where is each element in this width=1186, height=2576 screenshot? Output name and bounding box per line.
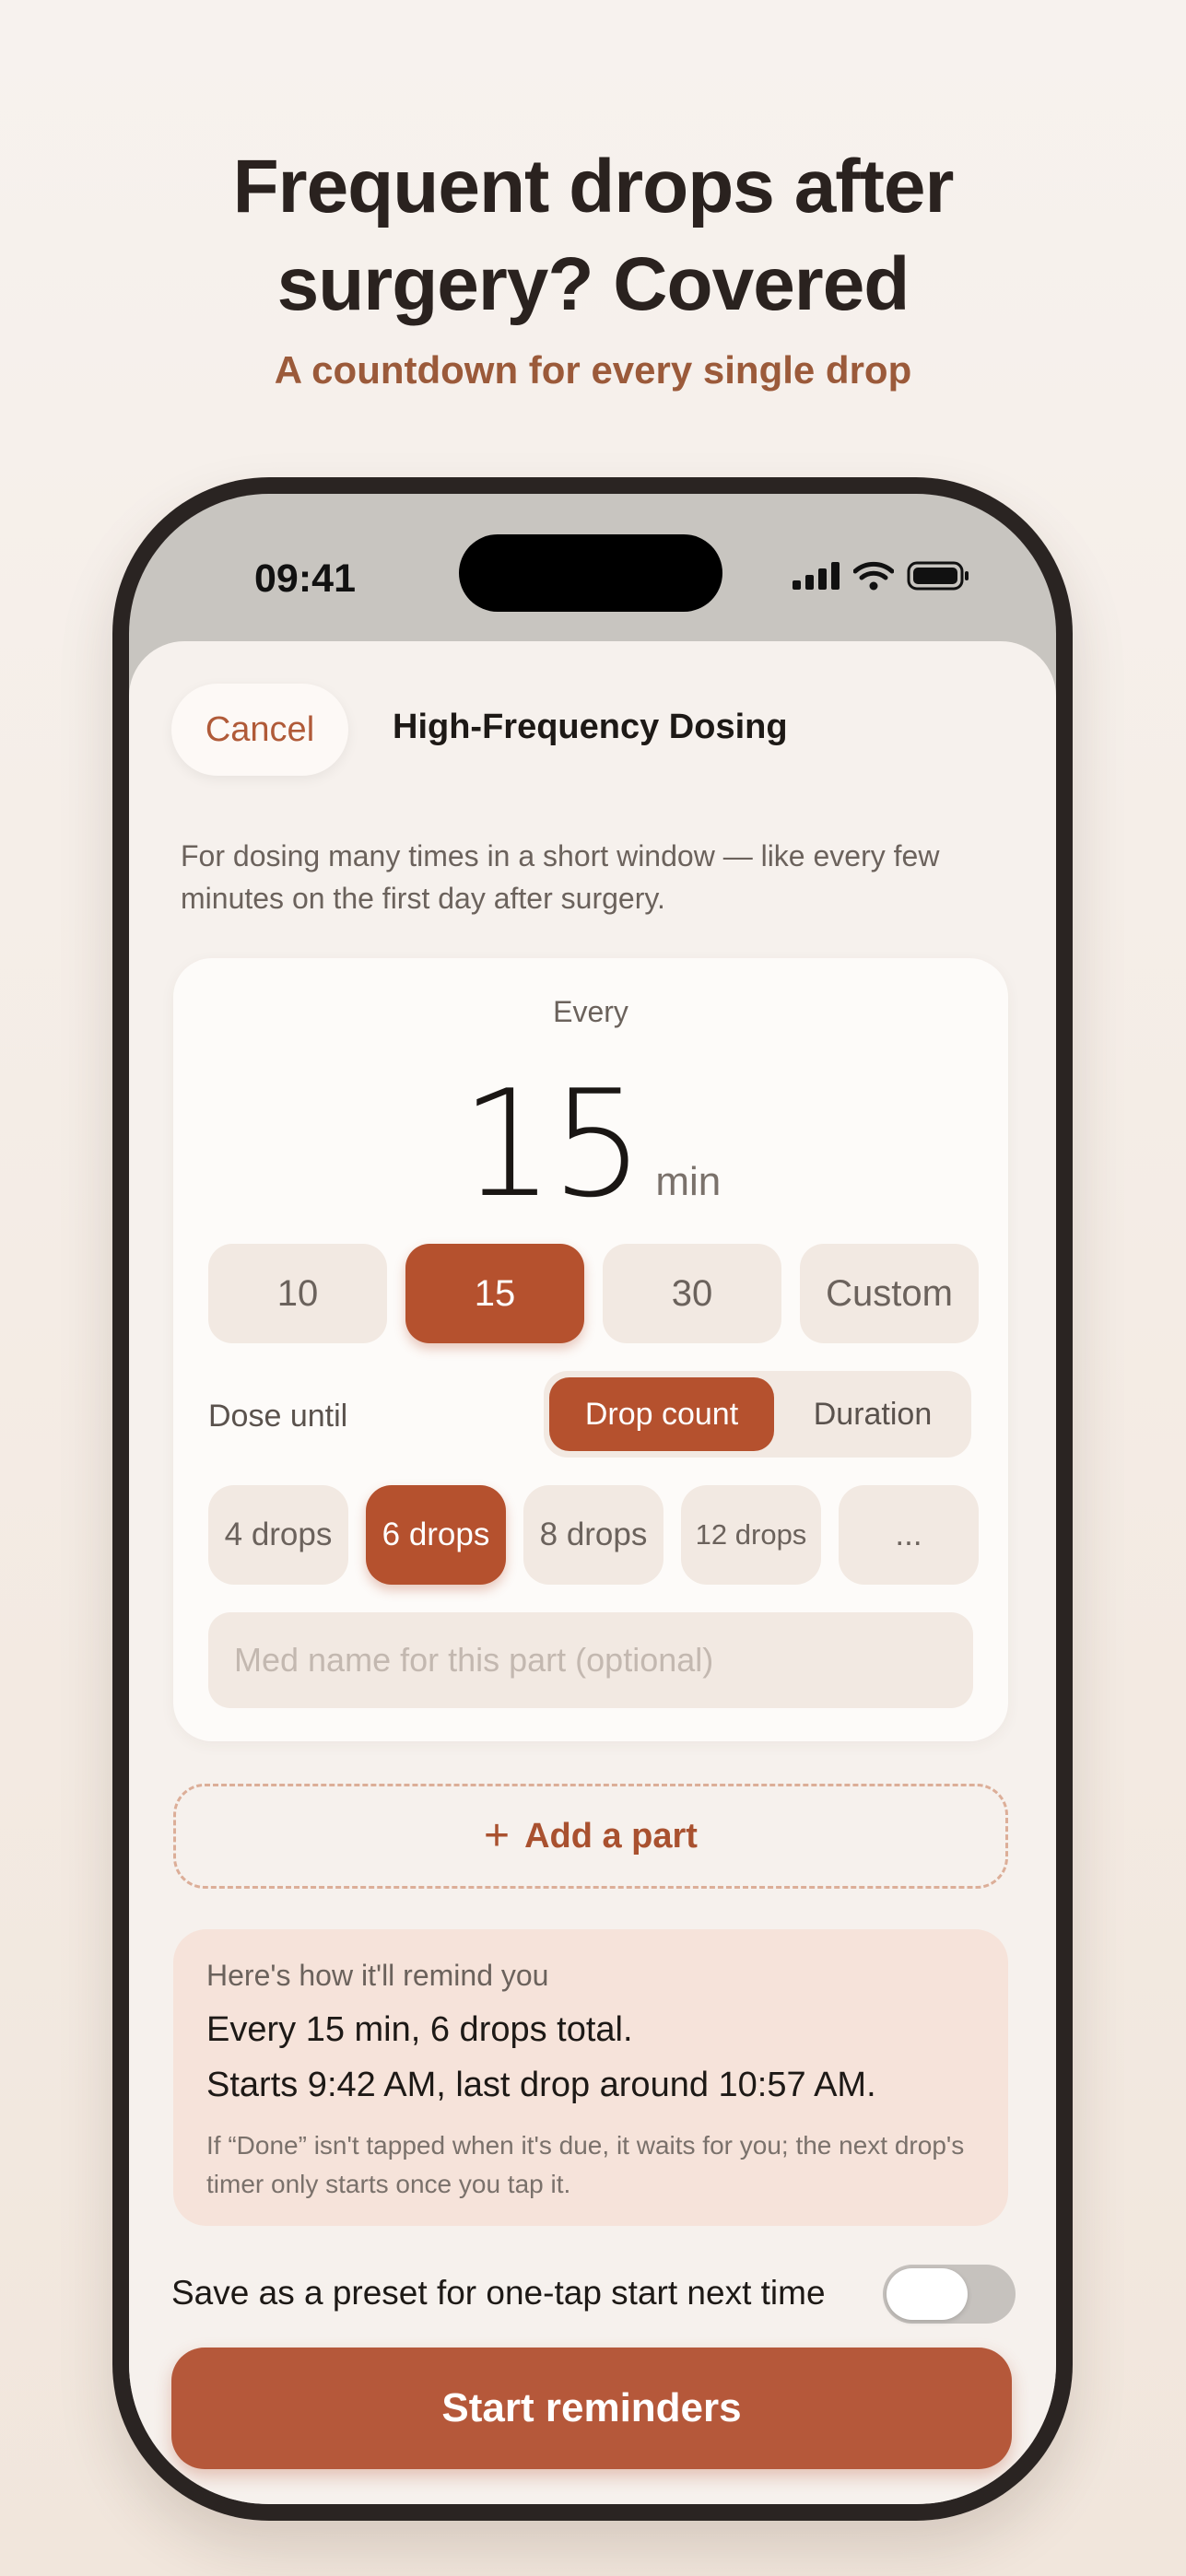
headline-line-2: surgery? Covered <box>276 242 910 326</box>
interval-options: 10 15 30 Custom <box>208 1244 979 1343</box>
summary-line-2: Starts 9:42 AM, last drop around 10:57 A… <box>206 2066 876 2104</box>
drop-option-8[interactable]: 8 drops <box>523 1485 663 1585</box>
summary-note: If “Done” isn't tapped when it's due, it… <box>206 2131 965 2198</box>
status-icons <box>793 560 971 591</box>
add-part-button[interactable]: + Add a part <box>173 1784 1008 1889</box>
headline: Frequent drops after surgery? Covered <box>0 138 1186 334</box>
drop-option-6[interactable]: 6 drops <box>366 1485 506 1585</box>
summary-line-1: Every 15 min, 6 drops total. <box>206 2010 633 2049</box>
mode-drop-count[interactable]: Drop count <box>549 1377 774 1451</box>
plus-icon: + <box>484 1811 511 1860</box>
preset-label: Save as a preset for one-tap start next … <box>171 2274 826 2312</box>
interval-unit: min <box>655 1159 722 1204</box>
battery-icon <box>907 561 969 591</box>
interval-option-30[interactable]: 30 <box>603 1244 781 1343</box>
interval-display: 15 min <box>173 1058 1008 1230</box>
med-name-input[interactable] <box>208 1612 973 1708</box>
interval-option-15[interactable]: 15 <box>405 1244 584 1343</box>
start-reminders-button[interactable]: Start reminders <box>171 2348 1012 2469</box>
cancel-button[interactable]: Cancel <box>171 684 348 776</box>
wifi-icon <box>853 561 894 591</box>
dose-until-segmented-control: Drop count Duration <box>544 1371 971 1458</box>
every-label: Every <box>553 995 628 1028</box>
sheet-description: For dosing many times in a short window … <box>181 839 940 915</box>
sheet-title: High-Frequency Dosing <box>393 708 788 746</box>
interval-option-10[interactable]: 10 <box>208 1244 387 1343</box>
interval-value: 15 <box>460 1058 645 1230</box>
drop-count-options: 4 drops 6 drops 8 drops 12 drops ... <box>208 1485 979 1585</box>
cellular-signal-icon <box>793 562 840 590</box>
phone-frame: 09:41 Cancel High-Frequency Dosing For d… <box>112 477 1073 2521</box>
phone-screen: 09:41 Cancel High-Frequency Dosing For d… <box>129 494 1056 2504</box>
drop-option-4[interactable]: 4 drops <box>208 1485 348 1585</box>
interval-option-custom[interactable]: Custom <box>800 1244 979 1343</box>
add-part-label: Add a part <box>524 1816 698 1856</box>
preset-toggle[interactable] <box>883 2265 1016 2324</box>
toggle-knob <box>887 2268 968 2320</box>
drop-option-12[interactable]: 12 drops <box>681 1485 821 1585</box>
interval-card: Every 15 min 10 15 30 Custom Dose until D… <box>173 958 1008 1741</box>
summary-intro: Here's how it'll remind you <box>206 1959 549 1992</box>
dose-until-label: Dose until <box>208 1399 348 1434</box>
mode-duration[interactable]: Duration <box>780 1377 966 1451</box>
reminder-summary: Here's how it'll remind you Every 15 min… <box>173 1929 1008 2226</box>
subheadline: A countdown for every single drop <box>274 348 912 392</box>
status-bar: 09:41 <box>129 494 1056 632</box>
status-time: 09:41 <box>254 556 356 601</box>
dynamic-island <box>459 534 722 612</box>
dosing-sheet: Cancel High-Frequency Dosing For dosing … <box>129 641 1056 2504</box>
drop-option-more[interactable]: ... <box>839 1485 979 1585</box>
headline-line-1: Frequent drops after <box>232 145 955 228</box>
